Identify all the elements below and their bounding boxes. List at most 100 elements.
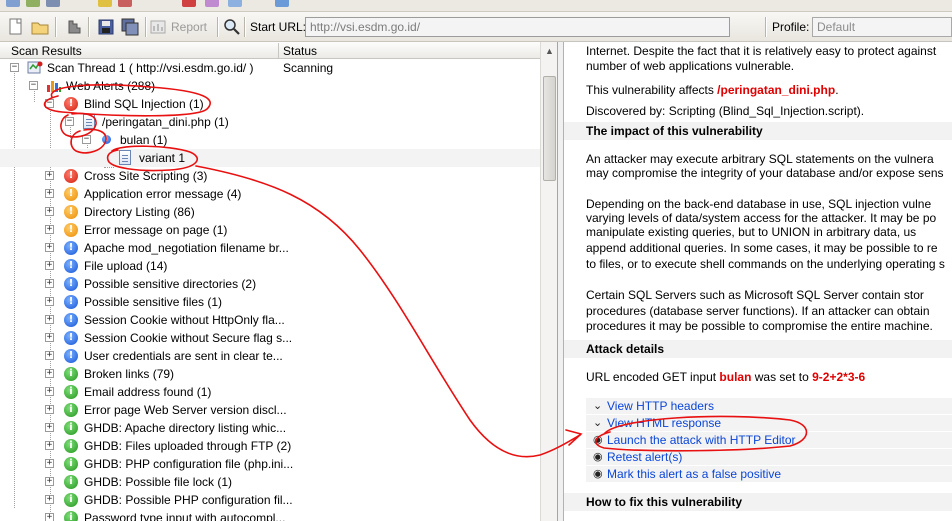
tree-row-variant[interactable]: variant 1 [0,149,540,167]
tree-row-alert[interactable]: + i GHDB: Apache directory listing whic... [0,419,540,437]
tree-row-alert[interactable]: + i GHDB: Files uploaded through FTP (2) [0,437,540,455]
collapse-toggle[interactable]: − [65,117,74,126]
toolbar-top-icon[interactable] [26,0,40,7]
open-folder-icon[interactable] [30,17,50,37]
toolbar-top-icon[interactable] [205,0,219,7]
profile-select[interactable]: Default [812,17,952,37]
tree-row-alert[interactable]: + i GHDB: Possible PHP configuration fil..… [0,491,540,509]
expand-toggle[interactable]: + [45,405,54,414]
tree-row-alert[interactable]: +! Possible sensitive directories (2) [0,275,540,293]
alert-action-link[interactable]: Mark this alert as a false positive [607,467,781,481]
green-severity-icon: i [64,421,78,435]
expand-toggle[interactable]: + [45,189,54,198]
tree-row-alert[interactable]: +! Directory Listing (86) [0,203,540,221]
save-icon[interactable] [96,17,116,37]
start-url-input[interactable] [305,17,730,37]
tree-row-alert[interactable]: + i GHDB: PHP configuration file (php.ini.… [0,455,540,473]
expand-toggle[interactable]: + [45,315,54,324]
tree-row-alert[interactable]: +! User credentials are sent in clear te.… [0,347,540,365]
tree-vertical-scrollbar[interactable]: ▲ [540,42,557,521]
expand-toggle[interactable]: + [45,243,54,252]
plugin-icon[interactable] [63,17,83,37]
alert-action-link[interactable]: View HTTP headers [607,399,714,413]
toolbar-top-icon[interactable] [6,0,20,7]
toolbar-top-icon[interactable] [275,0,289,7]
tree-row-alert[interactable]: +! Apache mod_negotiation filename br... [0,239,540,257]
toolbar-top-icon[interactable] [118,0,132,7]
tree-row-file[interactable]: − /peringatan_dini.php (1) [0,113,540,131]
new-scan-icon[interactable] [6,17,26,37]
alert-action-link[interactable]: Retest alert(s) [607,450,682,464]
toolbar-top-icon[interactable] [182,0,196,7]
report-button[interactable]: Report [150,17,214,37]
tree-row-alert[interactable]: +! Possible sensitive files (1) [0,293,540,311]
collapse-toggle[interactable]: − [82,135,91,144]
report-label: Report [171,20,208,34]
tree-row-alert[interactable]: +! File upload (14) [0,257,540,275]
tree-row-alert[interactable]: +! Session Cookie without HttpOnly fla... [0,311,540,329]
expand-toggle[interactable]: + [45,477,54,486]
alert-action-item[interactable]: ⌄ View HTML response [586,415,952,431]
expand-toggle[interactable]: + [45,171,54,180]
column-header-status[interactable]: Status [283,44,317,58]
alert-action-item[interactable]: ◉ Retest alert(s) [586,449,952,465]
column-divider[interactable] [278,43,279,58]
tree-row-blind-sql-injection[interactable]: − ! Blind SQL Injection (1) [0,95,540,113]
expand-toggle[interactable]: + [45,459,54,468]
expand-toggle[interactable]: + [45,279,54,288]
blue-severity-icon: ! [64,331,78,345]
chevron-down-icon: ⌄ [593,400,603,412]
search-icon[interactable] [222,17,242,37]
alert-action-link[interactable]: View HTML response [607,416,721,430]
tree-row-alert[interactable]: + i GHDB: Possible file lock (1) [0,473,540,491]
expand-toggle[interactable]: + [45,261,54,270]
tree-row-alert[interactable]: +! Cross Site Scripting (3) [0,167,540,185]
alert-action-link[interactable]: Launch the attack with HTTP Editor [607,433,796,447]
expand-toggle[interactable]: + [45,369,54,378]
impact-para2-line2: varying levels of data/system access for… [586,211,937,225]
alert-action-item[interactable]: ◉ Launch the attack with HTTP Editor [586,432,952,448]
save-all-icon[interactable] [120,17,140,37]
scroll-up-arrow-icon[interactable]: ▲ [543,44,556,58]
affected-file: /peringatan_dini.php [717,83,836,97]
expand-toggle[interactable]: + [45,513,54,521]
expand-toggle[interactable]: + [45,387,54,396]
collapse-toggle[interactable]: − [10,63,19,72]
toolbar-top-icon[interactable] [228,0,242,7]
start-url-label: Start URL: [250,20,307,34]
expand-toggle[interactable]: + [45,351,54,360]
attack-detail-text: URL encoded GET input bulan was set to 9… [586,370,865,384]
tree-row-alert[interactable]: +! Error message on page (1) [0,221,540,239]
collapse-toggle[interactable]: − [29,81,38,90]
collapse-toggle[interactable]: − [45,99,54,108]
expand-toggle[interactable]: + [45,297,54,306]
blue-severity-icon: ! [64,277,78,291]
toolbar-top-icon[interactable] [46,0,60,7]
alert-action-item[interactable]: ◉ Mark this alert as a false positive [586,466,952,482]
tree-row-alert[interactable]: +! Session Cookie without Secure flag s..… [0,329,540,347]
profile-selected-value: Default [817,20,856,34]
expand-toggle[interactable]: + [45,207,54,216]
blue-severity-icon: ! [64,313,78,327]
tree-row-alert[interactable]: + i Broken links (79) [0,365,540,383]
expand-toggle[interactable]: + [45,441,54,450]
column-header-scan-results[interactable]: Scan Results [11,44,82,58]
expand-toggle[interactable]: + [45,495,54,504]
expand-toggle[interactable]: + [45,225,54,234]
tree-row-parameter[interactable]: − i bulan (1) [0,131,540,149]
toolbar-top-icon[interactable] [98,0,112,7]
tree-row-alert[interactable]: + i Email address found (1) [0,383,540,401]
scan-status: Scanning [283,61,334,75]
attack-value: 9-2+2*3-6 [812,370,866,384]
tree-row-alert[interactable]: + i Password type input with autocompl... [0,509,540,521]
expand-toggle[interactable]: + [45,333,54,342]
tree-row-alert[interactable]: +! Application error message (4) [0,185,540,203]
tree-row-alert[interactable]: + i Error page Web Server version discl... [0,401,540,419]
expand-toggle[interactable]: + [45,423,54,432]
scrollbar-thumb[interactable] [543,76,556,181]
impact-para2-line1: Depending on the back-end database in us… [586,197,932,211]
affects-text: This vulnerability affects /peringatan_d… [586,83,839,97]
alert-action-item[interactable]: ⌄ View HTTP headers [586,398,952,414]
tree-row-scan-thread[interactable]: − Scan Thread 1 ( http://vsi.esdm.go.id/… [0,59,540,77]
tree-row-web-alerts[interactable]: − Web Alerts (288) [0,77,540,95]
